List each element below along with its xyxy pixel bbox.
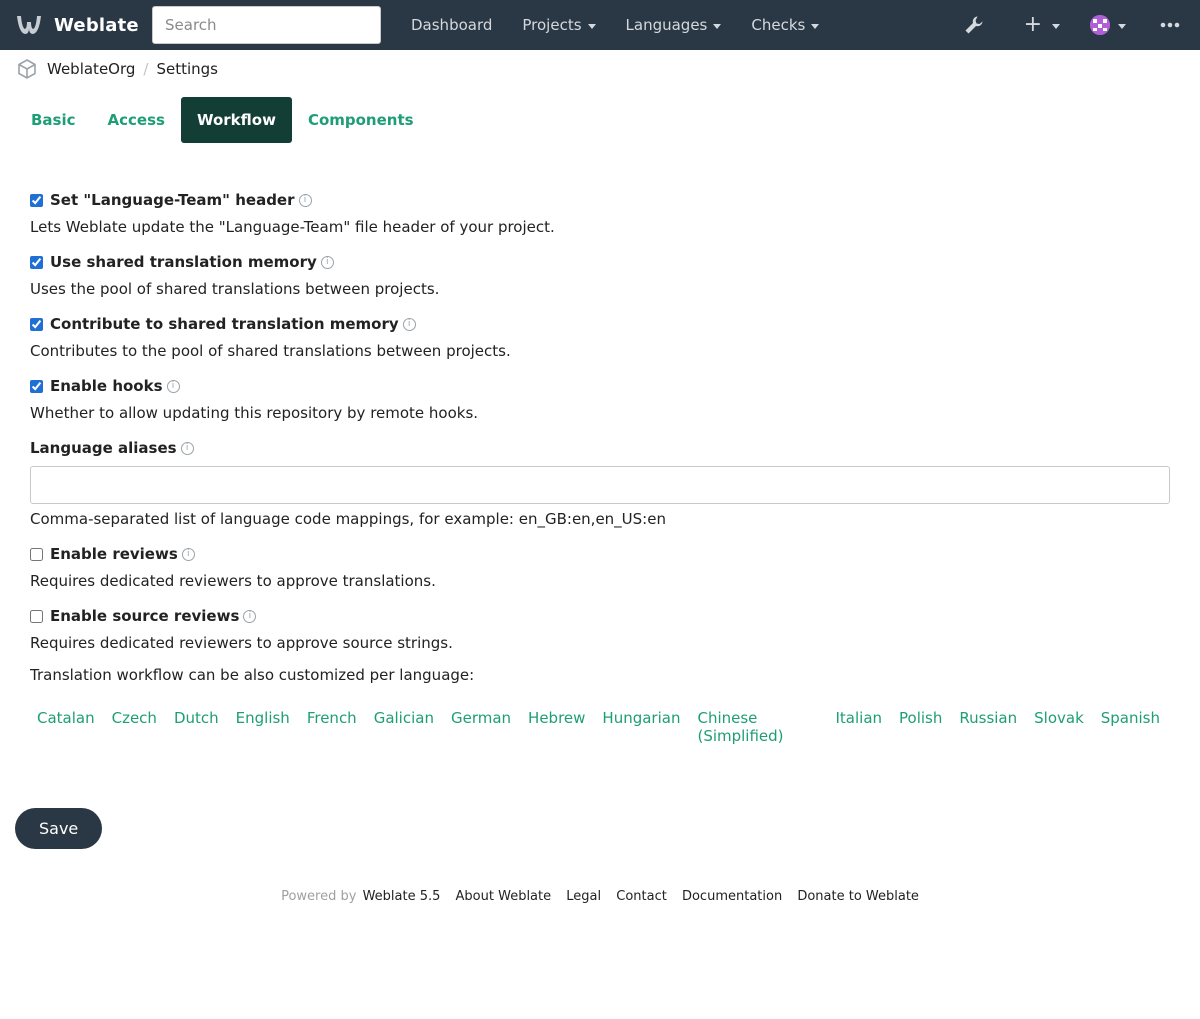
language-link[interactable]: Italian <box>828 709 889 745</box>
breadcrumb-separator: / <box>143 60 149 78</box>
language-link[interactable]: Hungarian <box>595 709 687 745</box>
tab-access[interactable]: Access <box>92 97 181 143</box>
language-team-label: Set "Language-Team" header <box>50 191 295 209</box>
top-navbar: Weblate Dashboard Projects Languages Che… <box>0 0 1200 50</box>
caret-down-icon <box>811 23 820 29</box>
contribute-shared-tm-checkbox[interactable] <box>30 317 43 331</box>
use-shared-tm-label: Use shared translation memory <box>50 253 317 271</box>
workflow-intro-text: Translation workflow can be also customi… <box>30 666 475 684</box>
enable-reviews-label: Enable reviews <box>50 545 178 563</box>
language-link[interactable]: Hebrew <box>521 709 592 745</box>
footer-donate-link[interactable]: Donate to Weblate <box>797 889 919 904</box>
language-link[interactable]: Catalan <box>30 709 102 745</box>
language-link[interactable]: French <box>300 709 364 745</box>
contribute-shared-tm-label: Contribute to shared translation memory <box>50 315 399 333</box>
enable-hooks-help: Whether to allow updating this repositor… <box>30 404 479 422</box>
enable-reviews-help: Requires dedicated reviewers to approve … <box>30 572 436 590</box>
language-link[interactable]: Polish <box>892 709 949 745</box>
nav-dashboard-label: Dashboard <box>411 16 493 34</box>
footer-legal-link[interactable]: Legal <box>566 889 601 904</box>
use-shared-tm-checkbox[interactable] <box>30 255 43 269</box>
use-shared-tm-field: Use shared translation memory i Uses the… <box>30 250 1170 298</box>
info-icon[interactable]: i <box>181 547 195 561</box>
enable-source-reviews-checkbox[interactable] <box>30 609 43 623</box>
nav-projects-label: Projects <box>522 16 582 34</box>
more-icon[interactable] <box>1160 22 1180 28</box>
caret-down-icon <box>1052 23 1060 29</box>
add-menu-button[interactable]: + <box>1024 14 1060 36</box>
language-links: Catalan Czech Dutch English French Galic… <box>30 709 1170 745</box>
caret-down-icon <box>1118 23 1126 29</box>
language-aliases-input[interactable] <box>30 466 1170 504</box>
language-link[interactable]: Czech <box>105 709 164 745</box>
language-link[interactable]: German <box>444 709 518 745</box>
language-team-field: Set "Language-Team" header i Lets Weblat… <box>30 188 1170 236</box>
use-shared-tm-help: Uses the pool of shared translations bet… <box>30 280 440 298</box>
nav-languages-label: Languages <box>625 16 708 34</box>
enable-source-reviews-label: Enable source reviews <box>50 607 240 625</box>
footer-about-link[interactable]: About Weblate <box>456 889 552 904</box>
enable-reviews-field: Enable reviews i Requires dedicated revi… <box>30 542 1170 590</box>
footer-documentation-link[interactable]: Documentation <box>682 889 782 904</box>
enable-source-reviews-help: Requires dedicated reviewers to approve … <box>30 634 453 652</box>
info-icon[interactable]: i <box>298 193 312 207</box>
enable-reviews-checkbox[interactable] <box>30 547 43 561</box>
language-aliases-label: Language aliases <box>30 439 177 457</box>
language-link[interactable]: Galician <box>367 709 441 745</box>
weblate-logo-icon <box>17 16 41 34</box>
language-team-checkbox[interactable] <box>30 193 43 207</box>
tab-components[interactable]: Components <box>292 97 430 143</box>
enable-hooks-label: Enable hooks <box>50 377 163 395</box>
contribute-shared-tm-field: Contribute to shared translation memory … <box>30 312 1170 360</box>
contribute-shared-tm-help: Contributes to the pool of shared transl… <box>30 342 511 360</box>
breadcrumb-settings-link[interactable]: Settings <box>156 60 218 78</box>
nav-projects-dropdown[interactable]: Projects <box>507 16 610 34</box>
caret-down-icon <box>713 23 722 29</box>
nav-checks-label: Checks <box>751 16 806 34</box>
user-menu-button[interactable] <box>1090 15 1126 35</box>
save-button[interactable]: Save <box>15 808 103 849</box>
language-aliases-help: Comma-separated list of language code ma… <box>30 510 666 528</box>
language-team-help: Lets Weblate update the "Language-Team" … <box>30 218 555 236</box>
enable-hooks-checkbox[interactable] <box>30 379 43 393</box>
enable-source-reviews-field: Enable source reviews i Requires dedicat… <box>30 604 1170 652</box>
breadcrumb: WeblateOrg / Settings <box>0 50 1200 88</box>
info-icon[interactable]: i <box>166 379 180 393</box>
tab-workflow[interactable]: Workflow <box>180 97 292 143</box>
avatar <box>1090 15 1110 35</box>
settings-tabs: Basic Access Workflow Components <box>15 97 1200 143</box>
powered-by-text: Powered by <box>281 889 357 904</box>
weblate-version-link[interactable]: Weblate 5.5 <box>363 889 441 904</box>
organization-icon <box>18 59 36 79</box>
info-icon[interactable]: i <box>402 317 416 331</box>
info-icon[interactable]: i <box>243 609 257 623</box>
nav-languages-dropdown[interactable]: Languages <box>611 16 737 34</box>
language-link[interactable]: English <box>229 709 297 745</box>
language-aliases-field: Language aliases i Comma-separated list … <box>30 436 1170 528</box>
footer: Powered by Weblate 5.5 About Weblate Leg… <box>0 889 1200 904</box>
info-icon[interactable]: i <box>180 441 194 455</box>
tab-basic[interactable]: Basic <box>15 97 92 143</box>
language-link[interactable]: Russian <box>952 709 1024 745</box>
plus-icon: + <box>1023 12 1042 37</box>
nav-dashboard[interactable]: Dashboard <box>396 16 507 34</box>
nav-right-tools: + <box>964 0 1200 50</box>
footer-contact-link[interactable]: Contact <box>616 889 667 904</box>
workflow-settings-form: Set "Language-Team" header i Lets Weblat… <box>30 188 1170 745</box>
info-icon[interactable]: i <box>320 255 334 269</box>
wrench-icon[interactable] <box>964 15 984 35</box>
breadcrumb-organization-link[interactable]: WeblateOrg <box>47 60 135 78</box>
language-link[interactable]: Dutch <box>167 709 226 745</box>
enable-hooks-field: Enable hooks i Whether to allow updating… <box>30 374 1170 422</box>
nav-checks-dropdown[interactable]: Checks <box>736 16 834 34</box>
caret-down-icon <box>587 23 596 29</box>
brand-link[interactable]: Weblate <box>15 13 139 37</box>
language-link[interactable]: Slovak <box>1027 709 1091 745</box>
search-input[interactable] <box>152 6 381 44</box>
language-link[interactable]: Chinese (Simplified) <box>690 709 825 745</box>
main-nav: Dashboard Projects Languages Checks <box>396 0 834 50</box>
brand-name: Weblate <box>54 14 139 36</box>
language-link[interactable]: Spanish <box>1094 709 1167 745</box>
